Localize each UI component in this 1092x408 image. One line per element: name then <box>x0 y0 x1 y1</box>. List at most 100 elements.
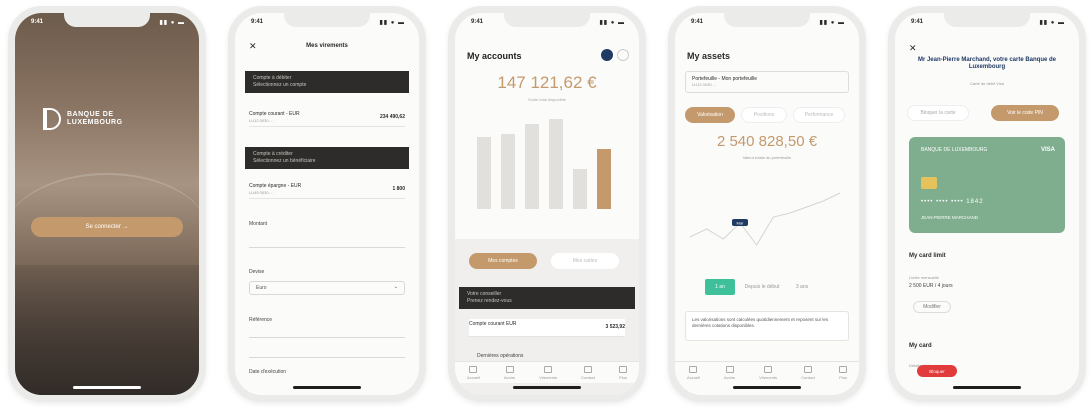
tab-icon <box>764 365 773 373</box>
background-floor <box>15 265 199 395</box>
bank-name-line2: LUXEMBOURG <box>67 119 123 126</box>
banner-line1: Votre conseiller <box>467 291 502 297</box>
splash-screen: 9:41 ▮▮ ● ▬ BANQUE DE LUXEMBOURG Se conn… <box>15 13 199 395</box>
show-pin-button[interactable]: Voir le code PIN <box>991 105 1059 121</box>
transfer-header: ✕ Mes virements <box>235 39 419 57</box>
settings-icon[interactable] <box>617 49 629 61</box>
date-label: Date d'exécution <box>249 369 287 375</box>
range-1y-button[interactable]: 1 an <box>705 279 735 295</box>
signal-icon: ▮▮ ● ▬ <box>379 20 405 26</box>
page-title: My accounts <box>467 51 522 61</box>
total-balance: 147 121,62 € <box>497 73 597 92</box>
currency-value: Euro <box>256 285 267 291</box>
notch <box>724 13 810 27</box>
range-all-button[interactable]: Depuis le début <box>739 279 785 295</box>
tab-performance[interactable]: Performance <box>793 107 845 123</box>
tab-item[interactable]: Virements <box>759 365 777 380</box>
reference-label: Référence <box>249 317 273 323</box>
banner-line1: Compte à créditer <box>253 151 293 157</box>
phone-assets: 9:41 ▮▮ ● ▬ My assets Portefeuille - Mon… <box>668 6 866 402</box>
bank-logo: BANQUE DE LUXEMBOURG <box>43 108 123 130</box>
page-title: Mes virements <box>306 43 348 49</box>
chevron-down-icon: ⌄ <box>393 284 398 290</box>
advisor-banner[interactable]: Votre conseiller Prenez rendez-vous <box>459 287 635 309</box>
beneficiary-row[interactable]: Compte épargne - EUR LU45 0030 ... 1 800 <box>249 181 405 199</box>
login-button[interactable]: Se connecter → <box>31 217 183 237</box>
close-icon[interactable]: ✕ <box>909 43 917 54</box>
status-time: 9:41 <box>31 19 44 25</box>
banner-line2: Sélectionnez un bénéficiaire <box>253 158 316 164</box>
tab-icon <box>584 365 592 373</box>
tab-item[interactable]: Accueil <box>467 365 480 380</box>
card-subtitle: Carte de débit Visa <box>970 81 1004 86</box>
account-row[interactable]: Compte courant EUR 3 523,92 <box>469 319 625 337</box>
account-iban: LU12 0030 ... <box>249 118 274 123</box>
tab-valuation[interactable]: Valorisation <box>685 107 735 123</box>
home-indicator <box>293 386 361 389</box>
tab-icon <box>689 365 698 373</box>
tab-cards[interactable]: Mes cartes <box>551 253 619 269</box>
tab-item[interactable]: Contact <box>581 365 595 380</box>
portfolio-caption: Valeur totale du portefeuille <box>742 155 792 160</box>
bank-logo-text: BANQUE DE LUXEMBOURG <box>67 111 123 127</box>
divider <box>249 357 405 358</box>
home-indicator <box>733 386 801 389</box>
card-bank-name: BANQUE DE LUXEMBOURG <box>921 147 988 153</box>
tab-item[interactable]: Accueil <box>687 365 700 380</box>
notch <box>64 13 150 27</box>
card-limit-heading: My card limit <box>909 253 946 259</box>
tab-positions[interactable]: Positions <box>741 107 787 123</box>
reference-input[interactable] <box>249 337 405 338</box>
tab-label: Contact <box>801 374 815 380</box>
portfolio-line <box>689 192 841 246</box>
tab-label: Contact <box>581 374 595 380</box>
banner-line2: Prenez rendez-vous <box>467 298 512 304</box>
tab-bar: Accueil Avoirs Virements Contact Plus <box>455 361 639 383</box>
chart-bar <box>573 169 587 209</box>
tab-item[interactable]: Contact <box>801 365 815 380</box>
portfolio-iban: LU12 0030 ... <box>692 82 717 87</box>
recent-operations-label: Dernières opérations <box>477 353 524 359</box>
profile-icon[interactable] <box>601 49 613 61</box>
signal-icon: ▮▮ ● ▬ <box>599 20 625 26</box>
tab-icon <box>618 365 627 373</box>
account-amount: 234 490,62 <box>379 114 405 120</box>
balance-caption: Solde total disponible <box>527 97 567 102</box>
tab-item[interactable]: Plus <box>618 365 627 380</box>
accounts-screen: 9:41 ▮▮ ● ▬ My accounts 147 121,62 € Sol… <box>455 13 639 395</box>
card-holder: JEAN-PIERRE MARCHAND <box>921 215 979 220</box>
info-note: Les valorisations sont calculées quotidi… <box>685 311 849 341</box>
balance-bar-chart <box>469 109 629 209</box>
tab-item[interactable]: Plus <box>838 365 847 380</box>
tab-icon <box>505 365 514 373</box>
tab-item[interactable]: Avoirs <box>724 365 735 380</box>
chart-bar <box>597 149 611 209</box>
tab-icon <box>838 365 847 373</box>
account-name: Compte courant - EUR <box>249 111 300 117</box>
amount-input[interactable] <box>249 247 405 248</box>
account-iban: LU45 0030 ... <box>249 190 274 195</box>
block-card-button[interactable]: Bloquer la carte <box>907 105 969 121</box>
tab-item[interactable]: Avoirs <box>504 365 515 380</box>
tab-icon <box>544 365 553 373</box>
account-name: Compte courant EUR <box>469 321 517 327</box>
phone-card: 9:41 ▮▮ ● ▬ ✕ Mr Jean-Pierre Marchand, v… <box>888 6 1086 402</box>
status-time: 9:41 <box>691 19 704 25</box>
portfolio-select[interactable]: Portefeuille - Mon portefeuille LU12 003… <box>685 71 849 93</box>
account-row[interactable]: Compte courant - EUR LU12 0030 ... 234 4… <box>249 109 405 127</box>
home-indicator <box>953 386 1021 389</box>
tab-accounts[interactable]: Mes comptes <box>469 253 537 269</box>
debit-account-banner[interactable]: Compte à débiter Sélectionnez un compte <box>245 71 409 93</box>
tab-icon <box>725 365 734 373</box>
modify-limit-button[interactable]: Modifier <box>913 301 951 313</box>
range-3y-button[interactable]: 3 ans <box>787 279 817 295</box>
phone-splash: 9:41 ▮▮ ● ▬ BANQUE DE LUXEMBOURG Se conn… <box>8 6 206 402</box>
block-button[interactable]: Bloquer <box>917 365 957 377</box>
tab-item[interactable]: Virements <box>539 365 557 380</box>
currency-select[interactable]: Euro ⌄ <box>249 281 405 295</box>
limit-value: 2 500 EUR / 4 jours <box>909 283 953 289</box>
credit-account-banner[interactable]: Compte à créditer Sélectionnez un bénéfi… <box>245 147 409 169</box>
card-heading: Mr Jean-Pierre Marchand, votre carte Ban… <box>917 57 1057 70</box>
my-card-heading: My card <box>909 343 932 349</box>
page-title: My assets <box>687 51 731 61</box>
